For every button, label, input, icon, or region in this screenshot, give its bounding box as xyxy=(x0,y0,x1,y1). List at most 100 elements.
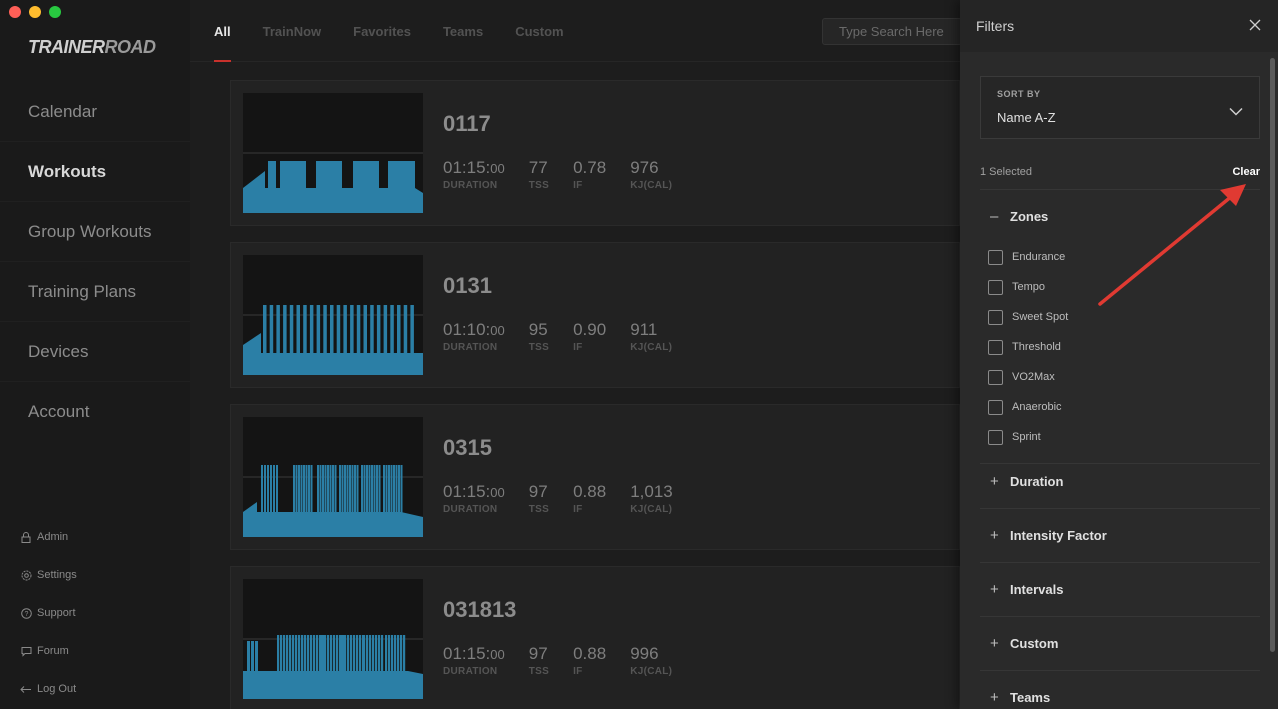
sidebar-item-account[interactable]: Account xyxy=(0,382,190,442)
logo-text-road: ROAD xyxy=(104,37,157,57)
workout-card[interactable]: 0315 01:15:00 DURATION 97 TSS 0.88 IF 1,013… xyxy=(230,404,960,550)
if-value: 0.88 xyxy=(573,644,607,663)
tab-trainnow[interactable]: TrainNow xyxy=(263,0,322,62)
kj-label: KJ(CAL) xyxy=(630,666,673,677)
sidebar-item-calendar[interactable]: Calendar xyxy=(0,82,190,142)
workout-name: 031813 xyxy=(443,597,517,622)
zone-option-sprint[interactable]: Sprint xyxy=(980,422,1260,452)
sidebar-item-admin-label: Admin xyxy=(37,531,69,543)
zone-option-endurance[interactable]: Endurance xyxy=(980,242,1260,272)
plus-icon: + xyxy=(990,688,999,706)
duration-seconds: 00 xyxy=(490,485,505,500)
teams-toggle[interactable]: + Teams xyxy=(980,670,1260,709)
metric-if: 0.90 IF xyxy=(573,320,606,353)
close-icon[interactable] xyxy=(1248,18,1262,32)
chevron-down-icon xyxy=(1229,103,1243,121)
intervals-toggle[interactable]: + Intervals xyxy=(980,562,1260,616)
minimize-window-button[interactable] xyxy=(29,6,41,18)
sidebar-item-group-workouts[interactable]: Group Workouts xyxy=(0,202,190,262)
teams-section: + Teams xyxy=(980,670,1260,709)
tab-favorites[interactable]: Favorites xyxy=(353,0,411,62)
workout-card[interactable]: 0131 01:10:00 DURATION 95 TSS 0.90 IF 911 KJ… xyxy=(230,242,960,388)
workout-tabs: All TrainNow Favorites Teams Custom xyxy=(214,0,596,62)
minus-icon: – xyxy=(990,207,999,225)
tab-custom[interactable]: Custom xyxy=(515,0,563,62)
zones-title: Zones xyxy=(1010,208,1049,224)
logo-text-trainer: TRAINER xyxy=(28,37,105,57)
sidebar-item-devices[interactable]: Devices xyxy=(0,322,190,382)
sidebar-item-workouts[interactable]: Workouts xyxy=(0,142,190,202)
checkbox[interactable] xyxy=(988,429,1003,445)
if-value: 0.88 xyxy=(573,482,607,501)
checkbox[interactable] xyxy=(988,249,1003,265)
section-title: Duration xyxy=(1010,473,1064,489)
workout-metrics: 01:15:00 DURATION 97 TSS 0.88 IF 1,013 KJ(CA… xyxy=(443,482,697,515)
workout-card[interactable]: 0117 01:15:00 DURATION 77 TSS 0.78 IF 976 KJ… xyxy=(230,80,960,226)
sidebar-item-admin[interactable]: Admin xyxy=(0,518,190,556)
workout-name: 0117 xyxy=(443,111,491,136)
tss-value: 97 xyxy=(528,482,548,501)
metric-duration: 01:15:00 DURATION xyxy=(443,482,505,515)
if-label: IF xyxy=(573,180,583,191)
checkbox[interactable] xyxy=(988,339,1003,355)
zone-label: Sweet Spot xyxy=(1012,311,1069,323)
checkbox[interactable] xyxy=(988,369,1003,385)
tss-value: 77 xyxy=(528,158,548,177)
workout-profile-chart xyxy=(243,93,423,213)
top-bar: All TrainNow Favorites Teams Custom xyxy=(190,0,962,62)
sidebar-item-support-label: Support xyxy=(37,607,76,619)
metric-kj: 996 KJ(CAL) xyxy=(630,644,672,677)
kj-value: 1,013 xyxy=(630,482,673,501)
workout-name: 0315 xyxy=(443,435,492,460)
intensity-factor-toggle[interactable]: + Intensity Factor xyxy=(980,508,1260,562)
if-value: 0.78 xyxy=(573,158,607,177)
zone-option-vo2max[interactable]: VO2Max xyxy=(980,362,1260,392)
duration-toggle[interactable]: + Duration xyxy=(980,454,1260,508)
zone-option-threshold[interactable]: Threshold xyxy=(980,332,1260,362)
duration-seconds: 00 xyxy=(490,161,505,176)
sidebar-item-support[interactable]: ? Support xyxy=(0,594,190,632)
zone-option-anaerobic[interactable]: Anaerobic xyxy=(980,392,1260,422)
workout-metrics: 01:15:00 DURATION 77 TSS 0.78 IF 976 KJ(CAL) xyxy=(443,158,696,191)
sidebar-item-logout-label: Log Out xyxy=(37,683,77,695)
selected-count: 1 Selected xyxy=(980,166,1032,178)
tab-teams[interactable]: Teams xyxy=(443,0,483,62)
zones-toggle[interactable]: – Zones xyxy=(980,190,1260,242)
zone-option-sweet-spot[interactable]: Sweet Spot xyxy=(980,302,1260,332)
plus-icon: + xyxy=(990,634,999,652)
duration-label: DURATION xyxy=(443,180,498,191)
zone-label: Anaerobic xyxy=(1012,401,1062,413)
sidebar-item-logout[interactable]: Log Out xyxy=(0,670,190,708)
checkbox[interactable] xyxy=(988,279,1003,295)
checkbox[interactable] xyxy=(988,399,1003,415)
secondary-nav: Admin Settings ? Support Forum Log Out xyxy=(0,518,190,708)
kj-label: KJ(CAL) xyxy=(630,180,673,191)
zoom-window-button[interactable] xyxy=(49,6,61,18)
tab-all[interactable]: All xyxy=(214,0,231,62)
search-input[interactable] xyxy=(822,18,962,45)
sidebar-item-training-plans[interactable]: Training Plans xyxy=(0,262,190,322)
metric-duration: 01:10:00 DURATION xyxy=(443,320,505,353)
workout-profile-chart xyxy=(243,255,423,375)
main-nav: Calendar Workouts Group Workouts Trainin… xyxy=(0,82,190,442)
tss-value: 95 xyxy=(528,320,548,339)
sort-by-dropdown[interactable]: SORT BY Name A-Z xyxy=(980,76,1260,139)
filters-panel: Filters SORT BY Name A-Z 1 Selected Clea… xyxy=(960,0,1278,709)
close-window-button[interactable] xyxy=(9,6,21,18)
checkbox[interactable] xyxy=(988,309,1003,325)
sidebar-item-forum[interactable]: Forum xyxy=(0,632,190,670)
panel-scrollbar[interactable] xyxy=(1270,58,1275,652)
gear-icon xyxy=(20,569,32,581)
zone-option-tempo[interactable]: Tempo xyxy=(980,272,1260,302)
workout-card[interactable]: 031813 01:15:00 DURATION 97 TSS 0.88 IF 996… xyxy=(230,566,960,709)
if-value: 0.90 xyxy=(573,320,607,339)
metric-if: 0.88 IF xyxy=(573,644,606,677)
metric-tss: 95 TSS xyxy=(529,320,549,353)
sidebar-item-settings[interactable]: Settings xyxy=(0,556,190,594)
custom-toggle[interactable]: + Custom xyxy=(980,616,1260,670)
window-controls xyxy=(9,6,61,18)
clear-button[interactable]: Clear xyxy=(1232,166,1260,178)
plus-icon: + xyxy=(990,472,999,490)
workout-profile-chart xyxy=(243,579,423,699)
sidebar: TRAINERROAD Calendar Workouts Group Work… xyxy=(0,0,190,709)
